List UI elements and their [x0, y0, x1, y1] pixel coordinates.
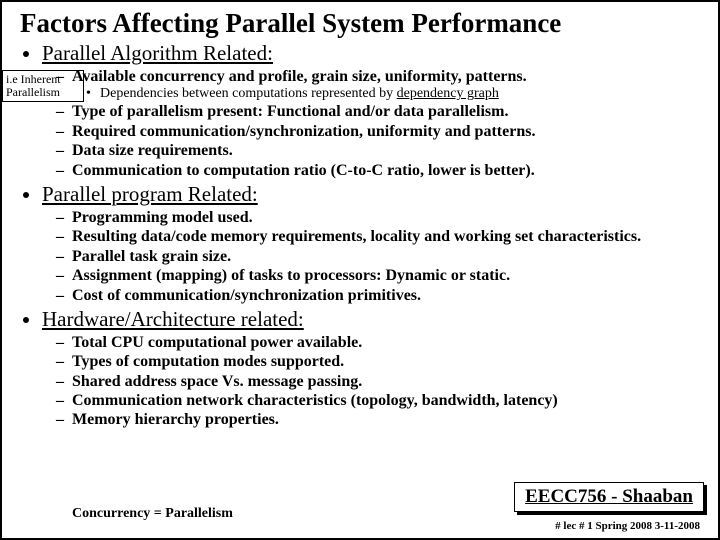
list-item: Available concurrency and profile, grain… — [56, 68, 700, 86]
hardware-items: Total CPU computational power available.… — [42, 334, 700, 430]
list-item: Communication to computation ratio (C-to… — [56, 162, 700, 180]
list-item: Required communication/synchronization, … — [56, 123, 700, 141]
dependency-sublist: Dependencies between computations repres… — [56, 86, 700, 102]
algorithm-items: Available concurrency and profile, grain… — [42, 68, 700, 180]
program-items: Programming model used. Resulting data/c… — [42, 209, 700, 305]
list-item: Programming model used. — [56, 209, 700, 227]
list-item: Cost of communication/synchronization pr… — [56, 287, 700, 305]
section-hardware: Hardware/Architecture related: Total CPU… — [42, 307, 700, 430]
list-item: Shared address space Vs. message passing… — [56, 373, 700, 391]
section-heading: Parallel Algorithm Related: — [42, 41, 273, 65]
list-item: Parallel task grain size. — [56, 248, 700, 266]
footer-brand: EECC756 - Shaaban — [514, 482, 704, 512]
section-heading: Parallel program Related: — [42, 182, 258, 206]
section-heading: Hardware/Architecture related: — [42, 307, 304, 331]
dep-text-und: dependency graph — [397, 86, 499, 101]
list-item: Memory hierarchy properties. — [56, 411, 700, 429]
sections-list: Parallel Algorithm Related: Available co… — [20, 41, 700, 430]
list-item: Total CPU computational power available. — [56, 334, 700, 352]
list-item: Assignment (mapping) of tasks to process… — [56, 267, 700, 285]
page-title: Factors Affecting Parallel System Perfor… — [20, 8, 700, 39]
list-item: Dependencies between computations repres… — [86, 86, 700, 102]
footer-right: # lec # 1 Spring 2008 3-11-2008 — [555, 520, 700, 532]
list-item: Types of computation modes supported. — [56, 353, 700, 371]
section-program: Parallel program Related: Programming mo… — [42, 182, 700, 305]
list-item: Communication network characteristics (t… — [56, 392, 700, 410]
slide: Factors Affecting Parallel System Perfor… — [0, 0, 720, 540]
list-item: Type of parallelism present: Functional … — [56, 103, 700, 121]
list-item: Resulting data/code memory requirements,… — [56, 228, 700, 246]
section-algorithm: Parallel Algorithm Related: Available co… — [42, 41, 700, 180]
list-item: Data size requirements. — [56, 142, 700, 160]
dep-text-pre: Dependencies between computations repres… — [100, 86, 397, 101]
footer-left: Concurrency = Parallelism — [72, 506, 233, 522]
